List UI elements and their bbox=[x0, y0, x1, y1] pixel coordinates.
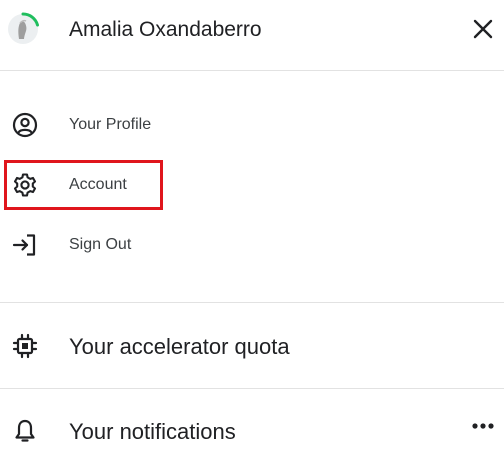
notifications-item[interactable]: Your notifications bbox=[0, 406, 504, 456]
user-circle-icon bbox=[12, 112, 38, 138]
sign-out-icon bbox=[12, 232, 38, 258]
menu-item-label: Your Profile bbox=[69, 116, 152, 133]
divider bbox=[0, 388, 504, 389]
avatar-icon bbox=[8, 12, 39, 44]
more-options-button[interactable] bbox=[466, 412, 500, 440]
close-icon bbox=[473, 19, 493, 39]
section-label: Your notifications bbox=[69, 419, 236, 444]
divider bbox=[0, 70, 504, 71]
section-label: Your accelerator quota bbox=[69, 334, 290, 359]
menu-item-account[interactable]: Account bbox=[0, 163, 504, 207]
divider bbox=[0, 302, 504, 303]
menu-item-your-profile[interactable]: Your Profile bbox=[0, 103, 504, 147]
gear-icon bbox=[12, 172, 38, 198]
user-menu-header: Amalia Oxandaberro bbox=[0, 0, 504, 70]
chip-icon bbox=[12, 333, 38, 359]
more-horizontal-icon bbox=[472, 423, 494, 429]
bell-icon bbox=[12, 418, 38, 444]
user-name: Amalia Oxandaberro bbox=[69, 18, 262, 41]
close-button[interactable] bbox=[468, 14, 498, 44]
avatar[interactable] bbox=[6, 12, 40, 46]
menu-item-label: Sign Out bbox=[69, 236, 132, 253]
accelerator-quota-item[interactable]: Your accelerator quota bbox=[0, 321, 504, 371]
menu-item-label: Account bbox=[69, 176, 127, 193]
menu-item-sign-out[interactable]: Sign Out bbox=[0, 223, 504, 267]
